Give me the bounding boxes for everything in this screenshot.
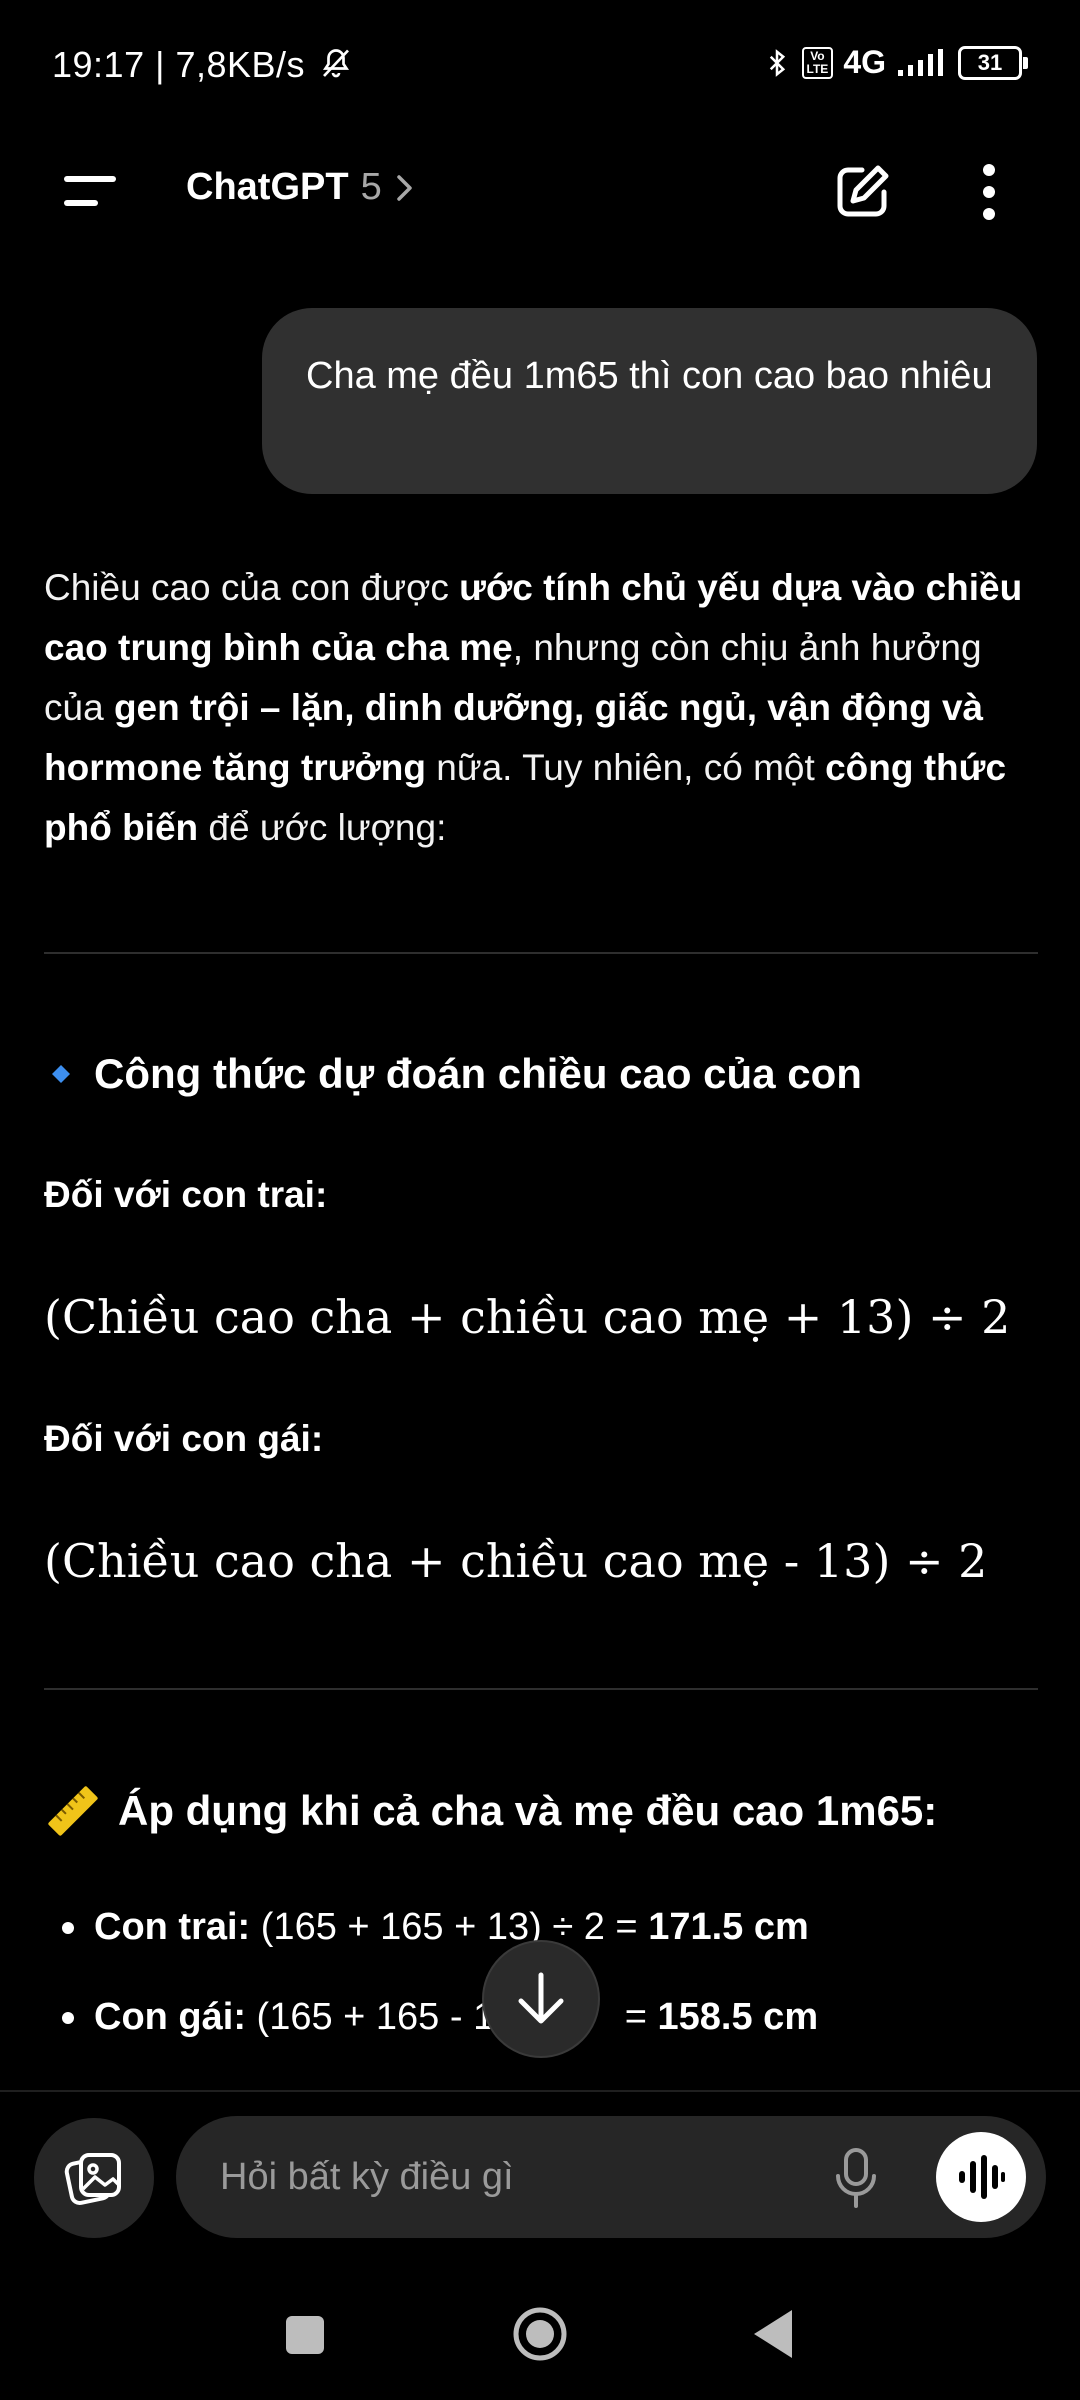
girl-calc: (165 + 165 - 1 [245, 1996, 495, 2038]
signal-icon [898, 48, 943, 76]
attach-button[interactable] [34, 2118, 154, 2238]
nav-back-button[interactable] [752, 2308, 794, 2360]
girl-calc-end: = [614, 1996, 658, 2038]
boy-result-value: 171.5 cm [648, 1906, 809, 1948]
microphone-icon[interactable] [830, 2146, 882, 2210]
ruler-icon [48, 1786, 98, 1836]
battery-level: 31 [977, 49, 1003, 75]
section-heading-apply: Áp dụng khi cả cha và mẹ đều cao 1m65: [48, 1786, 937, 1836]
status-icons: Vo LTE 4G 31 [762, 44, 1028, 81]
model-selector[interactable]: ChatGPT 5 [186, 166, 416, 209]
new-chat-icon[interactable] [832, 162, 892, 222]
nav-recents-button[interactable] [286, 2316, 324, 2354]
user-message-bubble: Cha mẹ đều 1m65 thì con cao bao nhiêu [262, 308, 1037, 494]
app-title: ChatGPT [186, 166, 349, 208]
bell-off-icon [322, 49, 349, 78]
intro-text-1: Chiều cao của con được [44, 567, 460, 608]
arrow-down-icon [518, 1972, 564, 2024]
composer-divider [0, 2090, 1080, 2092]
bluetooth-icon [769, 48, 785, 77]
bullet-dot [62, 2011, 74, 2024]
boy-calc: (165 + 165 + 13) ÷ 2 = [250, 1906, 649, 1948]
list-item-boy: Con trai: (165 + 165 + 13) ÷ 2 = 171.5 c… [62, 1906, 809, 1949]
voice-waveform-icon [959, 2155, 1005, 2199]
boy-formula: (Chiều cao cha + chiều cao mẹ + 13) ÷ 2 [44, 1290, 1011, 1344]
user-message-text: Cha mẹ đều 1m65 thì con cao bao nhiêu [306, 355, 993, 397]
chevron-right-icon [396, 174, 412, 201]
nav-home-button[interactable] [512, 2306, 568, 2362]
menu-icon[interactable] [64, 170, 120, 214]
girl-label: Đối với con gái: [44, 1418, 324, 1459]
blue-diamond-icon [52, 1065, 70, 1083]
voice-mode-button[interactable] [936, 2132, 1026, 2222]
intro-text-3: nữa. Tuy nhiên, có một [425, 747, 826, 788]
intro-text-4: để ước lượng: [198, 807, 447, 848]
volte-badge: Vo LTE [801, 46, 834, 79]
girl-result-value: 158.5 cm [657, 1996, 819, 2038]
more-options-icon[interactable] [966, 160, 1012, 224]
status-time: 19:17 | 7,8KB/s [52, 44, 354, 86]
model-version: 5 [360, 166, 382, 208]
status-time-text: 19:17 | 7,8KB/s [52, 44, 306, 85]
section-heading-text: Công thức dự đoán chiều cao của con [94, 1050, 862, 1097]
network-type: 4G [843, 44, 886, 80]
bullet-dot [62, 1921, 74, 1934]
divider [44, 1688, 1038, 1690]
girl-result-label: Con gái: [94, 1996, 246, 2038]
battery-icon: 31 [958, 45, 1028, 80]
scroll-down-button[interactable] [482, 1940, 600, 2058]
boy-label: Đối với con trai: [44, 1174, 328, 1215]
section-heading-text: Áp dụng khi cả cha và mẹ đều cao 1m65: [118, 1787, 938, 1834]
assistant-intro: Chiều cao của con được ước tính chủ yếu … [44, 558, 1044, 858]
message-input[interactable]: Hỏi bất kỳ điều gì [176, 2116, 1046, 2238]
message-input-placeholder: Hỏi bất kỳ điều gì [220, 2155, 514, 2198]
section-heading-formula: Công thức dự đoán chiều cao của con [48, 1050, 862, 1098]
boy-result-label: Con trai: [94, 1906, 251, 1948]
divider [44, 952, 1038, 954]
image-gallery-icon [64, 2153, 121, 2206]
girl-formula: (Chiều cao cha + chiều cao mẹ - 13) ÷ 2 [44, 1534, 988, 1588]
list-item-girl: Con gái: (165 + 165 - 1 = 158.5 cm [62, 1996, 818, 2039]
